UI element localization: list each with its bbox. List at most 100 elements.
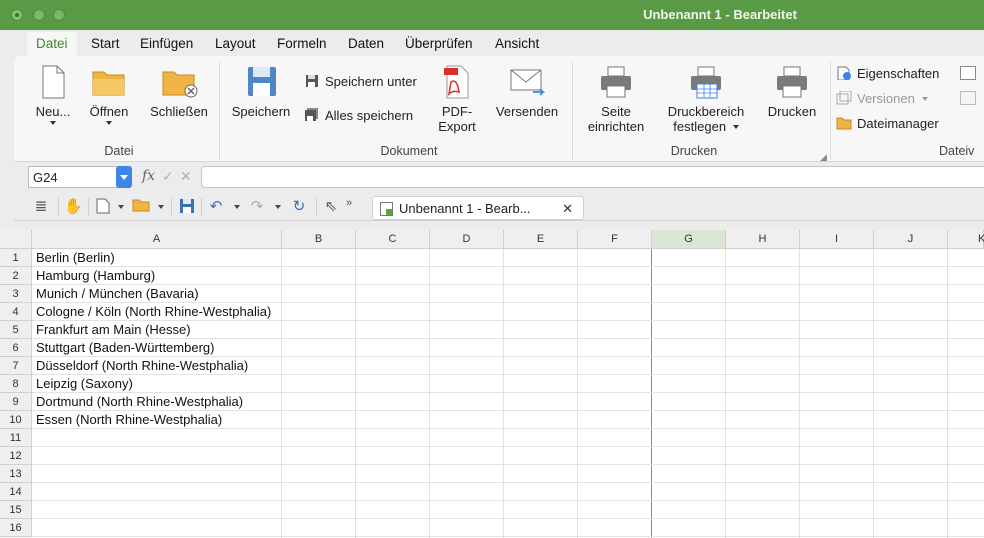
send-button[interactable]: Versenden [492,64,562,119]
chevron-down-icon[interactable] [158,205,164,209]
row-header[interactable]: 5 [0,321,32,339]
row-header[interactable]: 15 [0,501,32,519]
row-header[interactable]: 7 [0,357,32,375]
freeze-line [651,249,652,538]
column-header-e[interactable]: E [504,230,578,249]
save-icon[interactable] [178,198,196,216]
row-header[interactable]: 12 [0,447,32,465]
minimize-window-button[interactable] [33,9,45,21]
row-header[interactable]: 10 [0,411,32,429]
cell-a4[interactable]: Cologne / Köln (North Rhine-Westphalia) [36,303,271,321]
tab-layout[interactable]: Layout [215,36,256,51]
row-header[interactable]: 1 [0,249,32,267]
column-header-h[interactable]: H [726,230,800,249]
close-file-label: Schließen [150,104,208,119]
tab-einfuegen[interactable]: Einfügen [140,36,193,51]
cell-a2[interactable]: Hamburg (Hamburg) [36,267,155,285]
grid-line [32,536,984,537]
row-header[interactable]: 4 [0,303,32,321]
column-header-d[interactable]: D [430,230,504,249]
row-header[interactable]: 9 [0,393,32,411]
redo-icon[interactable]: ↷ [248,198,266,216]
print-range-button[interactable]: Druckbereich festlegen [660,64,752,134]
tab-datei[interactable]: Datei [27,32,77,58]
dialog-launcher-icon[interactable]: ◢ [820,152,827,163]
toolbar-overflow-icon[interactable]: » [340,194,358,212]
row-header[interactable]: 3 [0,285,32,303]
spreadsheet-grid[interactable]: A B C D E F G H I J K 1 2 3 4 5 6 7 8 9 … [0,230,984,538]
tab-daten[interactable]: Daten [348,36,384,51]
chevron-down-icon[interactable] [234,205,240,209]
document-icon[interactable] [960,66,976,80]
save-button[interactable]: Speichern [228,64,294,119]
document-tab[interactable]: Unbenannt 1 - Bearb... ✕ [372,196,584,220]
refresh-icon[interactable]: ↻ [290,198,308,216]
cell-a7[interactable]: Düsseldorf (North Rhine-Westphalia) [36,357,248,375]
grid-line [355,249,356,538]
tab-start[interactable]: Start [91,36,120,51]
pdf-export-button[interactable]: PDF- Export [432,64,482,134]
name-box[interactable]: G24 [28,166,118,188]
name-box-dropdown[interactable] [116,166,132,188]
formula-input[interactable] [201,166,984,188]
new-button[interactable]: Neu... [28,64,78,125]
cell-a8[interactable]: Leipzig (Saxony) [36,375,133,393]
tab-ansicht[interactable]: Ansicht [495,36,539,51]
menu-icon[interactable]: ≣ [32,198,50,216]
tab-formeln[interactable]: Formeln [277,36,327,51]
save-all-icon [305,108,318,121]
app-window: Unbenannt 1 - Bearbeitet Datei Start Ein… [0,0,984,538]
save-all-button[interactable]: Alles speichern [304,108,413,123]
cell-a1[interactable]: Berlin (Berlin) [36,249,115,267]
page-setup-button[interactable]: Seite einrichten [580,64,652,134]
cell-a10[interactable]: Essen (North Rhine-Westphalia) [36,411,222,429]
column-header-a[interactable]: A [32,230,282,249]
page-setup-label-2: einrichten [587,119,645,134]
cell-a3[interactable]: Munich / München (Bavaria) [36,285,199,303]
document-icon[interactable] [960,91,976,105]
hand-icon[interactable]: ✋ [64,198,83,216]
chevron-down-icon[interactable] [275,205,281,209]
column-header-c[interactable]: C [356,230,430,249]
row-header[interactable]: 14 [0,483,32,501]
select-all-corner[interactable] [0,230,32,249]
properties-button[interactable]: Eigenschaften [836,66,939,81]
undo-icon[interactable]: ↶ [207,198,225,216]
save-as-button[interactable]: Speichern unter [304,74,417,89]
select-cursor-icon[interactable]: ⇖ [322,198,340,216]
chevron-down-icon[interactable] [118,205,124,209]
column-header-i[interactable]: I [800,230,874,249]
row-header[interactable]: 13 [0,465,32,483]
accept-icon[interactable]: ✓ [162,168,174,185]
zoom-window-button[interactable] [53,9,65,21]
cancel-icon[interactable]: ✕ [180,168,192,185]
grid-line [799,249,800,538]
cell-a6[interactable]: Stuttgart (Baden-Württemberg) [36,339,214,357]
function-wizard-icon[interactable]: fx [142,168,155,184]
column-header-f[interactable]: F [578,230,652,249]
tab-ueberpruefen[interactable]: Überprüfen [405,36,473,51]
cell-a5[interactable]: Frankfurt am Main (Hesse) [36,321,191,339]
row-header[interactable]: 2 [0,267,32,285]
row-header[interactable]: 16 [0,519,32,537]
ribbon-tabs: Datei Start Einfügen Layout Formeln Date… [0,30,984,58]
close-tab-icon[interactable]: ✕ [562,201,573,217]
column-header-j[interactable]: J [874,230,948,249]
column-header-k[interactable]: K [948,230,984,249]
file-manager-button[interactable]: Dateimanager [836,116,939,131]
column-header-g[interactable]: G [652,230,726,249]
print-button[interactable]: Drucken [762,64,822,119]
new-document-icon[interactable] [94,198,112,216]
row-header[interactable]: 8 [0,375,32,393]
open-button[interactable]: Öffnen [84,64,134,125]
close-file-button[interactable]: Schließen [144,64,214,119]
column-header-b[interactable]: B [282,230,356,249]
printer-icon [601,66,631,98]
print-range-label-2: festlegen [673,119,727,134]
row-header[interactable]: 11 [0,429,32,447]
versions-button[interactable]: Versionen [836,91,929,106]
close-window-button[interactable] [11,9,23,21]
cell-a9[interactable]: Dortmund (North Rhine-Westphalia) [36,393,243,411]
row-header[interactable]: 6 [0,339,32,357]
folder-open-icon[interactable] [132,198,150,216]
